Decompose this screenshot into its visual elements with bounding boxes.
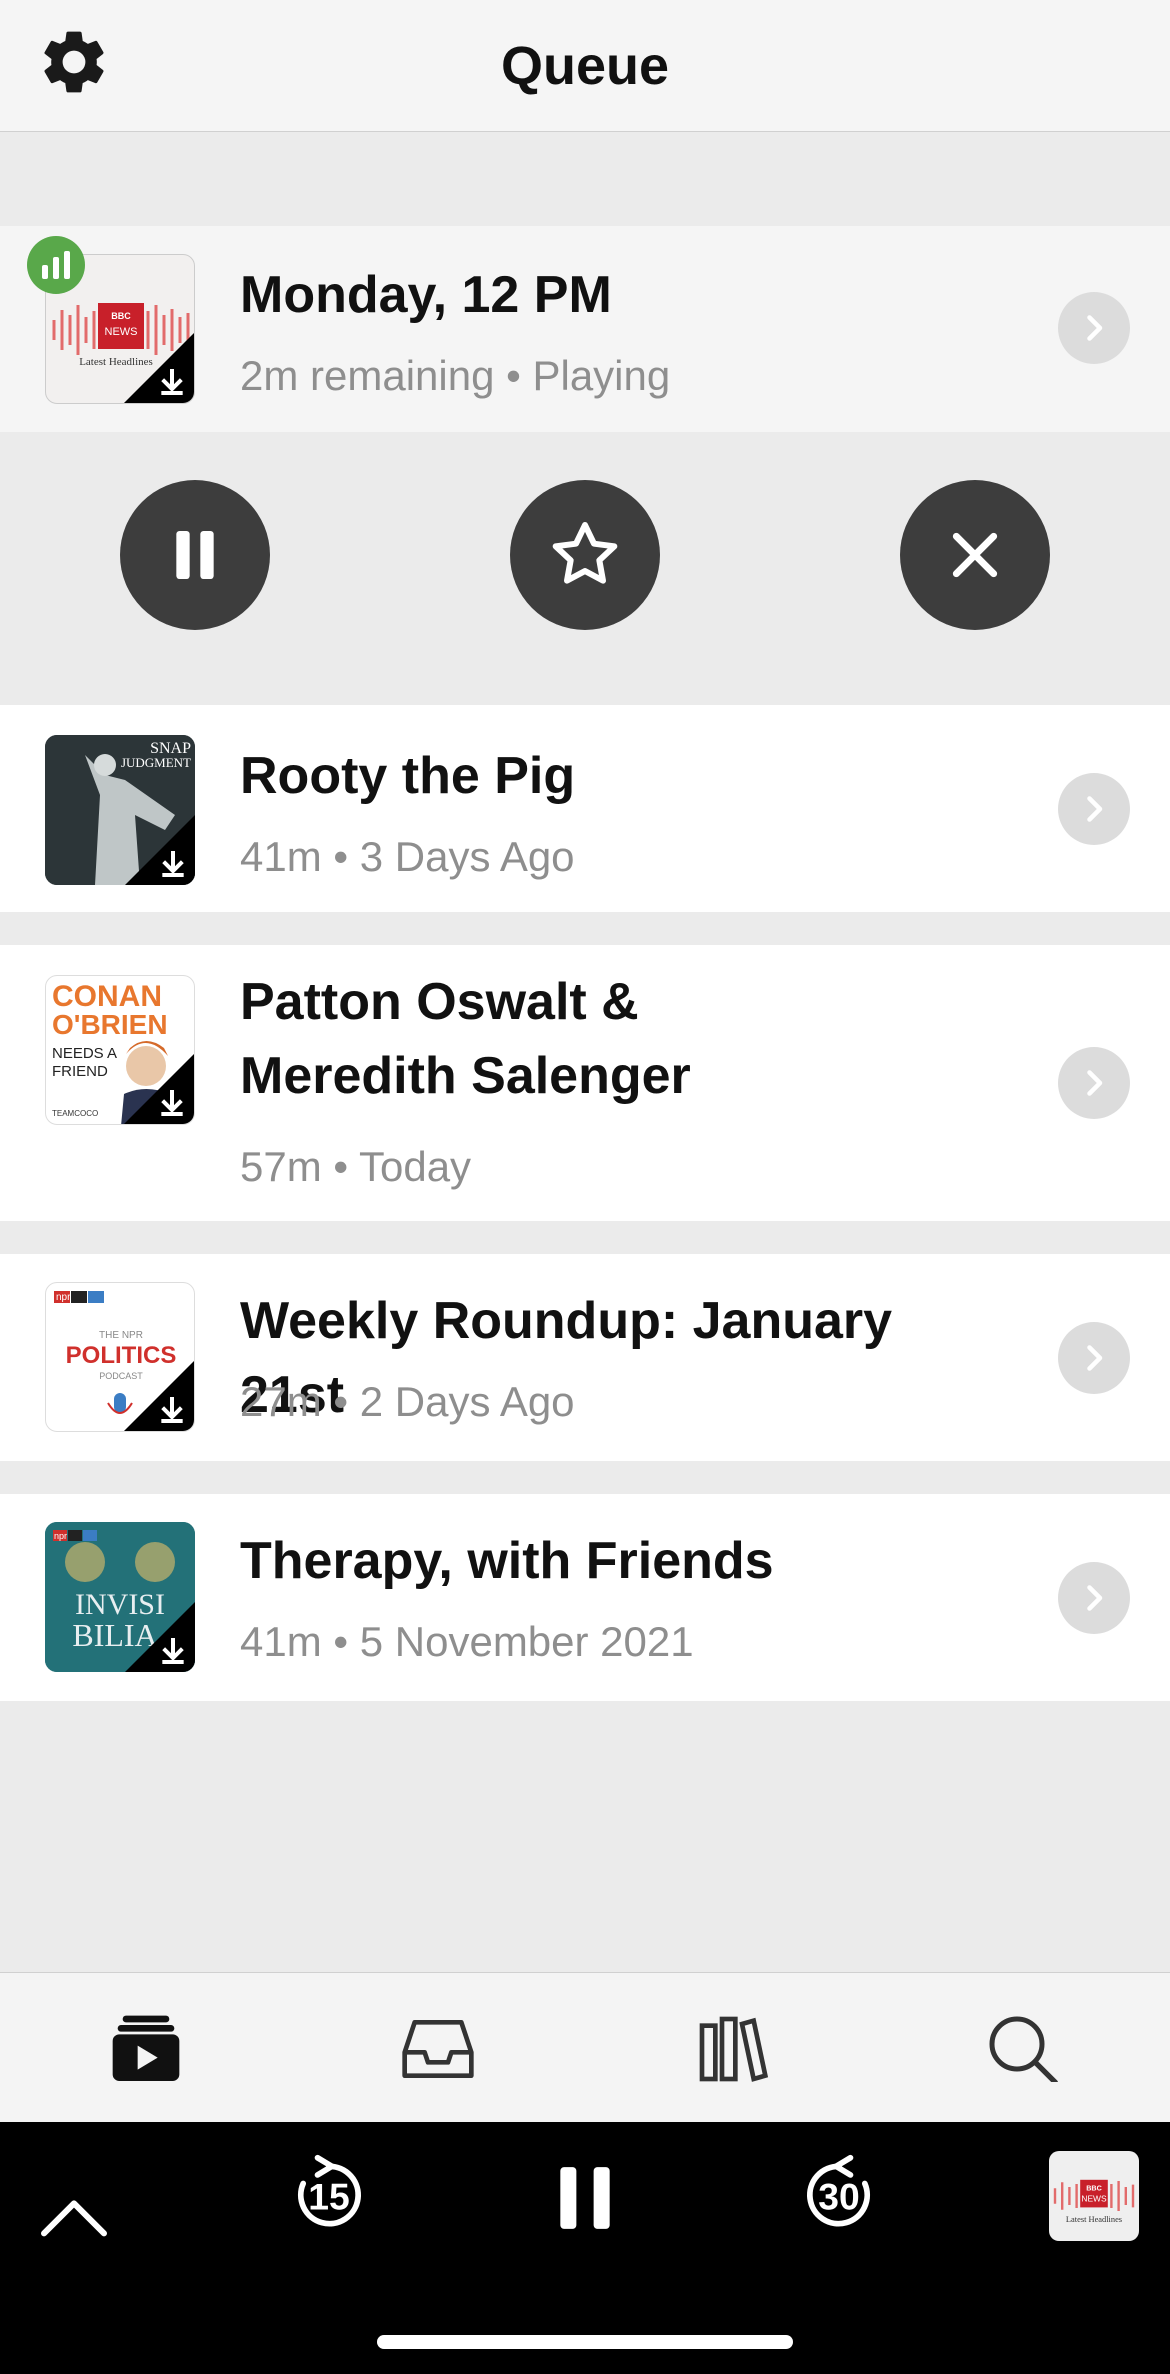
queue-item[interactable]: npr THE NPR POLITICS PODCAST Weekly Roun… xyxy=(0,1254,1170,1461)
download-icon xyxy=(161,1090,183,1116)
episode-meta: 57m • Today xyxy=(240,1143,472,1190)
home-indicator[interactable] xyxy=(377,2335,793,2349)
art-line3: NEEDS A xyxy=(52,1045,117,1062)
episode-detail-chevron[interactable] xyxy=(1058,1322,1130,1394)
art-line4: FRIEND xyxy=(52,1063,108,1080)
episode-title: Therapy, with Friends xyxy=(240,1532,774,1590)
queue-item[interactable]: SNAP JUDGMENT Rooty the Pig 41m • 3 Days… xyxy=(0,705,1170,912)
art-footer: TEAMCOCO xyxy=(52,1109,98,1118)
chevron-right-icon xyxy=(1087,796,1103,822)
star-icon xyxy=(552,522,618,584)
expand-player-chevron-up-icon[interactable] xyxy=(34,2180,114,2260)
npr-logo: npr xyxy=(56,1292,71,1303)
episode-detail-chevron[interactable] xyxy=(1058,773,1130,845)
episode-detail-chevron[interactable] xyxy=(1058,1047,1130,1119)
episode-detail-chevron[interactable] xyxy=(1058,292,1130,364)
now-playing-row[interactable]: BBC NEWS Latest Headlines Monday, 12 PM … xyxy=(0,226,1170,432)
download-icon xyxy=(162,1638,184,1664)
mini-artwork-art: BBC NEWS Latest Headlines xyxy=(1053,2179,1135,2224)
download-icon xyxy=(161,369,183,395)
episode-artwork: npr INVISI BILIA xyxy=(45,1522,195,1672)
mini-pause-button[interactable] xyxy=(548,2158,622,2238)
mini-headlines-label: Latest Headlines xyxy=(1066,2215,1122,2224)
settings-gear-icon[interactable] xyxy=(36,24,112,100)
tab-library[interactable] xyxy=(692,2009,772,2089)
playing-indicator-icon xyxy=(27,236,85,294)
pause-button[interactable] xyxy=(120,480,270,630)
tab-inbox[interactable] xyxy=(398,2009,478,2089)
episode-artwork: npr THE NPR POLITICS PODCAST xyxy=(45,1282,195,1432)
npr-logo: npr xyxy=(54,1531,67,1541)
page-title: Queue xyxy=(500,35,670,96)
skip-forward-label: 30 xyxy=(818,2175,859,2217)
tab-now-playing[interactable] xyxy=(106,2009,186,2089)
episode-meta: 2m remaining • Playing xyxy=(240,352,671,399)
close-icon xyxy=(952,532,998,578)
star-button[interactable] xyxy=(510,480,660,630)
chevron-right-icon xyxy=(1087,1345,1103,1371)
pause-icon xyxy=(176,531,214,579)
tab-bar-curve xyxy=(0,2082,1170,2122)
art-line2: O'BRIEN xyxy=(52,1009,168,1040)
chevron-right-icon xyxy=(1087,1070,1103,1096)
art-line2: JUDGMENT xyxy=(121,755,191,770)
episode-meta: 27m • 2 Days Ago xyxy=(240,1378,575,1425)
bbc-label: BBC xyxy=(111,311,131,321)
episode-title: Patton Oswalt & Meredith Salenger xyxy=(240,973,691,1105)
episode-title: Monday, 12 PM xyxy=(240,266,612,324)
download-icon xyxy=(161,1397,183,1423)
skip-back-label: 15 xyxy=(308,2175,349,2217)
tab-search[interactable] xyxy=(982,2009,1062,2089)
episode-title: Rooty the Pig xyxy=(240,747,576,805)
queue-item[interactable]: npr INVISI BILIA Therapy, with Friends 4… xyxy=(0,1494,1170,1701)
mini-news-label: NEWS xyxy=(1081,2193,1107,2203)
skip-forward-button[interactable]: 30 xyxy=(796,2152,882,2238)
episode-artwork: CONAN O'BRIEN NEEDS A FRIEND TEAMCOCO xyxy=(45,975,195,1125)
remove-button[interactable] xyxy=(900,480,1050,630)
episode-detail-chevron[interactable] xyxy=(1058,1562,1130,1634)
mini-bbc-label: BBC xyxy=(1086,2184,1102,2193)
download-icon xyxy=(162,851,184,877)
episode-meta: 41m • 3 Days Ago xyxy=(240,833,575,880)
art-line1: THE NPR xyxy=(99,1330,143,1341)
skip-back-button[interactable]: 15 xyxy=(286,2152,372,2238)
header-bar: Queue xyxy=(0,0,1170,132)
chevron-right-icon xyxy=(1087,315,1103,341)
episode-artwork: SNAP JUDGMENT xyxy=(45,735,195,885)
queue-item[interactable]: CONAN O'BRIEN NEEDS A FRIEND TEAMCOCO Pa… xyxy=(0,945,1170,1221)
episode-meta: 41m • 5 November 2021 xyxy=(240,1618,694,1665)
mini-player-artwork[interactable]: BBC NEWS Latest Headlines xyxy=(1049,2151,1139,2241)
chevron-right-icon xyxy=(1087,1585,1103,1611)
